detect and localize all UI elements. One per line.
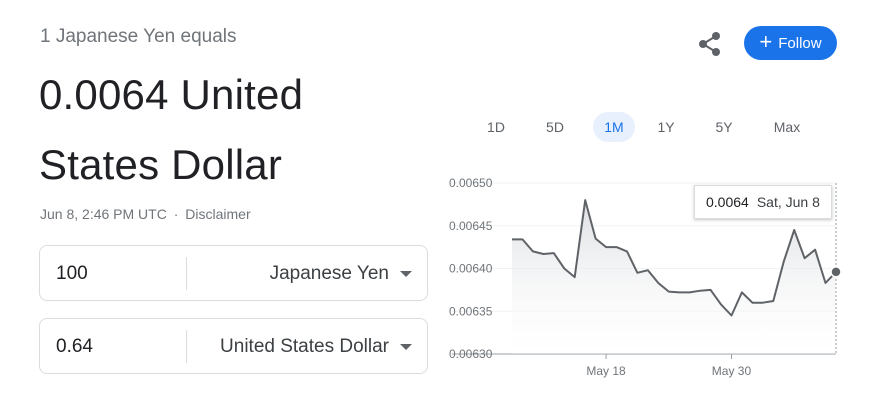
tooltip-value: 0.0064 <box>706 194 749 210</box>
tab-range-1d[interactable]: 1D <box>476 112 516 142</box>
tooltip-date: Sat, Jun 8 <box>756 194 820 210</box>
x-tick-label: May 30 <box>712 364 752 378</box>
from-amount-input[interactable]: 100 <box>56 263 88 285</box>
tab-range-max[interactable]: Max <box>765 112 809 142</box>
follow-button[interactable]: + Follow <box>744 26 837 60</box>
range-tabs: 1D 5D 1M 1Y 5Y Max <box>470 112 830 142</box>
area-fill <box>512 200 836 354</box>
to-currency-select[interactable]: United States Dollar <box>220 336 389 358</box>
follow-label: Follow <box>778 34 822 52</box>
to-converter-row: 0.64 United States Dollar <box>39 318 428 374</box>
disclaimer-link[interactable]: Disclaimer <box>185 206 250 222</box>
rate-subtitle: 1 Japanese Yen equals <box>40 26 237 47</box>
tab-range-1y[interactable]: 1Y <box>646 112 686 142</box>
y-tick-label: 0.00645 <box>449 219 493 233</box>
divider <box>186 330 187 363</box>
x-tick-label: May 18 <box>586 364 626 378</box>
hover-point <box>830 266 842 278</box>
divider <box>186 257 187 290</box>
chevron-down-icon[interactable] <box>400 271 412 277</box>
plus-icon: + <box>759 29 773 54</box>
chart-tooltip: 0.0064 Sat, Jun 8 <box>694 185 832 219</box>
tab-range-1m[interactable]: 1M <box>593 112 635 142</box>
share-icon <box>699 32 720 56</box>
tab-range-5y[interactable]: 5Y <box>704 112 744 142</box>
chevron-down-icon[interactable] <box>400 344 412 350</box>
y-tick-label: 0.00630 <box>449 347 493 361</box>
tab-range-5d[interactable]: 5D <box>535 112 575 142</box>
rate-timestamp: Jun 8, 2:46 PM UTC <box>40 206 167 222</box>
rate-meta: Jun 8, 2:46 PM UTC · Disclaimer <box>40 206 251 222</box>
from-converter-row: 100 Japanese Yen <box>39 245 428 301</box>
y-tick-label: 0.00650 <box>449 176 493 190</box>
y-tick-label: 0.00635 <box>449 304 493 318</box>
rate-value: 0.0064 United States Dollar <box>39 71 304 188</box>
meta-separator: · <box>173 206 179 222</box>
share-button[interactable] <box>696 30 724 58</box>
from-currency-select[interactable]: Japanese Yen <box>270 263 389 285</box>
to-amount-input[interactable]: 0.64 <box>56 336 93 358</box>
y-tick-label: 0.00640 <box>449 262 493 276</box>
